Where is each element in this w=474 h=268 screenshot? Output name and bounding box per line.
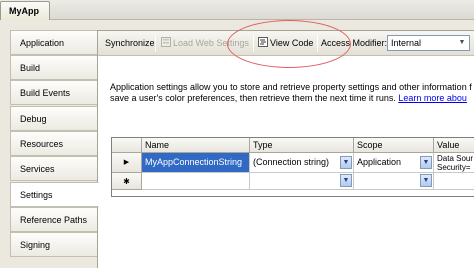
settings-description: Application settings allow you to store … (110, 82, 472, 104)
nav-tab-build[interactable]: Build (10, 55, 98, 80)
row-selector-current[interactable]: ▶ (112, 153, 142, 173)
settings-pane: Synchronize Load Web Settings View Code (97, 30, 474, 268)
description-line-2-text: save a user's color preferences, then re… (110, 93, 396, 103)
access-modifier-dropdown[interactable]: Internal ▼ (387, 35, 470, 51)
column-header-value[interactable]: Value (434, 138, 474, 153)
nav-tab-signing[interactable]: Signing (10, 232, 98, 257)
setting-value-line-1: Data Sour (437, 154, 474, 163)
chevron-down-icon[interactable]: ▼ (340, 156, 352, 169)
access-modifier-label: Access Modifier: (321, 38, 388, 48)
nav-tab-build-events[interactable]: Build Events (10, 80, 98, 105)
nav-tab-debug[interactable]: Debug (10, 106, 98, 131)
setting-scope-cell[interactable]: Application ▼ (354, 153, 434, 173)
nav-tab-services[interactable]: Services (10, 156, 98, 181)
setting-value-line-2: Security= (437, 163, 471, 172)
nav-tab-settings[interactable]: Settings (10, 182, 99, 207)
new-setting-scope-cell[interactable]: ▼ (354, 173, 434, 190)
description-line-2: save a user's color preferences, then re… (110, 93, 472, 104)
document-tab-myapp[interactable]: MyApp (0, 1, 50, 20)
nav-tab-reference-paths[interactable]: Reference Paths (10, 207, 98, 232)
new-setting-name-cell[interactable] (142, 173, 250, 190)
access-modifier-value: Internal (391, 38, 422, 48)
nav-tab-resources[interactable]: Resources (10, 131, 98, 156)
chevron-down-icon[interactable]: ▼ (340, 174, 352, 187)
learn-more-link[interactable]: Learn more abou (398, 93, 467, 103)
view-code-icon (258, 37, 268, 47)
load-web-settings-label: Load Web Settings (173, 38, 249, 48)
setting-type-cell[interactable]: (Connection string) ▼ (250, 153, 354, 173)
setting-type-value: (Connection string) (253, 157, 330, 167)
view-code-button[interactable]: View Code (258, 36, 313, 51)
chevron-down-icon[interactable]: ▼ (420, 174, 432, 187)
new-setting-value-cell[interactable] (434, 173, 474, 190)
column-header-name[interactable]: Name (142, 138, 250, 153)
column-header-scope[interactable]: Scope (354, 138, 434, 153)
description-line-1: Application settings allow you to store … (110, 82, 472, 92)
column-header-type[interactable]: Type (250, 138, 354, 153)
setting-scope-value: Application (357, 157, 402, 167)
property-page-tabs: Application Build Build Events Debug Res… (10, 30, 99, 268)
chevron-down-icon[interactable]: ▼ (420, 156, 432, 169)
project-designer: Application Build Build Events Debug Res… (0, 20, 474, 268)
toolbar-separator (155, 35, 156, 52)
settings-toolbar: Synchronize Load Web Settings View Code (98, 31, 474, 56)
document-tab-strip: MyApp (0, 0, 474, 20)
setting-name-cell[interactable]: MyAppConnectionString (142, 153, 250, 173)
toolbar-separator (253, 35, 254, 52)
view-code-label: View Code (270, 38, 314, 48)
new-setting-type-cell[interactable]: ▼ (250, 173, 354, 190)
setting-value-cell[interactable]: Data Sour Security= (434, 153, 474, 173)
row-selector-new[interactable]: ✱ (112, 173, 142, 190)
synchronize-button[interactable]: Synchronize (105, 36, 155, 51)
toolbar-separator (317, 35, 318, 52)
chevron-down-icon: ▼ (458, 39, 466, 46)
nav-tab-application[interactable]: Application (10, 30, 98, 55)
grid-corner-header (112, 138, 142, 153)
settings-grid: Name Type Scope Value ▶ MyAppConnectionS… (111, 137, 474, 197)
load-web-settings-button[interactable]: Load Web Settings (161, 36, 249, 51)
load-web-settings-icon (161, 37, 171, 47)
